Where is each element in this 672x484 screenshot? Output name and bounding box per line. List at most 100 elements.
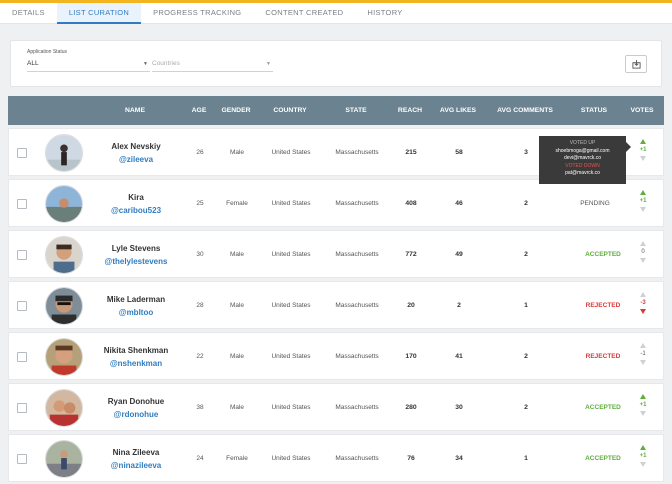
row-checkbox[interactable] — [17, 454, 27, 464]
header-votes[interactable]: VOTES — [630, 96, 653, 125]
vote-count: -1 — [640, 351, 646, 357]
gender-cell: Male — [229, 149, 245, 156]
influencer-handle[interactable]: @ninazileeva — [111, 461, 162, 470]
row-checkbox[interactable] — [17, 250, 27, 260]
age-cell: 38 — [196, 404, 204, 411]
vote-down-icon[interactable] — [640, 462, 646, 467]
header-state[interactable]: STATE — [345, 96, 366, 125]
influencer-handle[interactable]: @caribou523 — [111, 206, 161, 215]
row-checkbox[interactable] — [17, 403, 27, 413]
influencer-handle[interactable]: @mbltoo — [119, 308, 153, 317]
votes-tooltip: VOTED UP shoebmoga@gmail.com devi@mavrck… — [539, 136, 631, 184]
header-name[interactable]: NAME — [125, 96, 145, 125]
table-row: Ryan Donohue @rdonohue 38 Male United St… — [8, 383, 664, 431]
influencer-name: Mike Laderman — [106, 295, 166, 304]
country-cell: United States — [271, 404, 311, 411]
avg-comments-cell: 2 — [524, 200, 528, 207]
avatar — [45, 389, 83, 427]
avg-comments-cell: 2 — [524, 251, 528, 258]
gender-cell: Male — [229, 353, 245, 360]
avg-comments-cell: 1 — [524, 455, 528, 462]
avatar — [45, 287, 83, 325]
row-checkbox[interactable] — [17, 301, 27, 311]
vote-down-icon[interactable] — [640, 411, 646, 416]
tooltip-voter: shoebmoga@gmail.com — [555, 147, 610, 154]
reach-cell: 772 — [405, 251, 417, 258]
vote-down-icon[interactable] — [640, 156, 646, 161]
avg-likes-cell: 58 — [455, 149, 463, 156]
influencer-handle[interactable]: @zileeva — [119, 155, 153, 164]
table-row: Kira @caribou523 25 Female United States… — [8, 179, 664, 227]
header-country[interactable]: COUNTRY — [273, 96, 306, 125]
table-row: Nikita Shenkman @nshenkman 22 Male Unite… — [8, 332, 664, 380]
age-cell: 25 — [196, 200, 204, 207]
vote-count: +1 — [639, 402, 647, 408]
age-cell: 24 — [196, 455, 204, 462]
vote-down-icon[interactable] — [640, 360, 646, 365]
country-cell: United States — [271, 251, 311, 258]
gender-cell: Female — [226, 200, 248, 207]
row-checkbox[interactable] — [17, 148, 27, 158]
countries-placeholder: Countries — [152, 60, 180, 67]
header-gender[interactable]: GENDER — [221, 96, 250, 125]
application-status-value: ALL — [27, 60, 39, 67]
influencer-handle[interactable]: @thelylestevens — [105, 257, 168, 266]
header-avg-likes[interactable]: AVG LIKES — [440, 96, 476, 125]
avg-likes-cell: 30 — [455, 404, 463, 411]
tab-list-curation[interactable]: LIST CURATION — [56, 3, 142, 24]
tab-progress-tracking[interactable]: PROGRESS TRACKING — [141, 3, 253, 24]
avatar — [45, 440, 83, 478]
influencer-handle[interactable]: @rdonohue — [114, 410, 159, 419]
download-icon — [631, 59, 641, 69]
avatar — [45, 185, 83, 223]
reach-cell: 76 — [407, 455, 415, 462]
vote-down-icon[interactable] — [640, 309, 646, 314]
avg-comments-cell: 2 — [524, 353, 528, 360]
header-age[interactable]: AGE — [192, 96, 207, 125]
tab-content-created[interactable]: CONTENT CREATED — [253, 3, 355, 24]
countries-select[interactable]: Countries ▼ — [152, 58, 273, 72]
tooltip-voted-down-heading: VOTED DOWN — [565, 162, 600, 169]
table-header: NAME AGE GENDER COUNTRY STATE REACH AVG … — [8, 96, 664, 125]
application-status-select[interactable]: ALL ▼ — [27, 58, 150, 72]
status-badge: REJECTED — [585, 353, 621, 360]
header-status[interactable]: STATUS — [581, 96, 607, 125]
influencer-handle[interactable]: @nshenkman — [110, 359, 162, 368]
gender-cell: Female — [226, 455, 248, 462]
vote-control: +1 — [636, 139, 650, 169]
avg-likes-cell: 2 — [457, 302, 461, 309]
status-badge: ACCEPTED — [585, 404, 621, 411]
tab-history[interactable]: HISTORY — [355, 3, 414, 24]
vote-control: 0 — [636, 241, 650, 271]
country-cell: United States — [271, 455, 311, 462]
influencer-name: Lyle Stevens — [111, 244, 161, 253]
header-avg-comments[interactable]: AVG COMMENTS — [497, 96, 553, 125]
age-cell: 28 — [196, 302, 204, 309]
gender-cell: Male — [229, 251, 245, 258]
avatar — [45, 236, 83, 274]
avg-likes-cell: 46 — [455, 200, 463, 207]
gender-cell: Male — [229, 302, 245, 309]
header-reach[interactable]: REACH — [398, 96, 422, 125]
influencer-name: Nina Zileeva — [112, 448, 160, 457]
row-checkbox[interactable] — [17, 352, 27, 362]
row-checkbox[interactable] — [17, 199, 27, 209]
vote-down-icon[interactable] — [640, 258, 646, 263]
table-row: Nina Zileeva @ninazileeva 24 Female Unit… — [8, 434, 664, 482]
avg-comments-cell: 3 — [524, 149, 528, 156]
tooltip-voted-up-heading: VOTED UP — [569, 140, 596, 146]
influencer-name: Nikita Shenkman — [103, 346, 169, 355]
export-button[interactable] — [625, 55, 647, 73]
avg-comments-cell: 2 — [524, 404, 528, 411]
state-cell: Massachusetts — [335, 251, 379, 258]
vote-count: +1 — [639, 453, 647, 459]
vote-control: +1 — [636, 190, 650, 220]
gender-cell: Male — [229, 404, 245, 411]
vote-count: +1 — [639, 147, 647, 153]
vote-control: -1 — [636, 343, 650, 373]
vote-down-icon[interactable] — [640, 207, 646, 212]
avg-likes-cell: 49 — [455, 251, 463, 258]
tab-details[interactable]: DETAILS — [0, 3, 57, 24]
reach-cell: 20 — [407, 302, 415, 309]
tooltip-voter: devi@mavrck.co — [563, 155, 602, 162]
